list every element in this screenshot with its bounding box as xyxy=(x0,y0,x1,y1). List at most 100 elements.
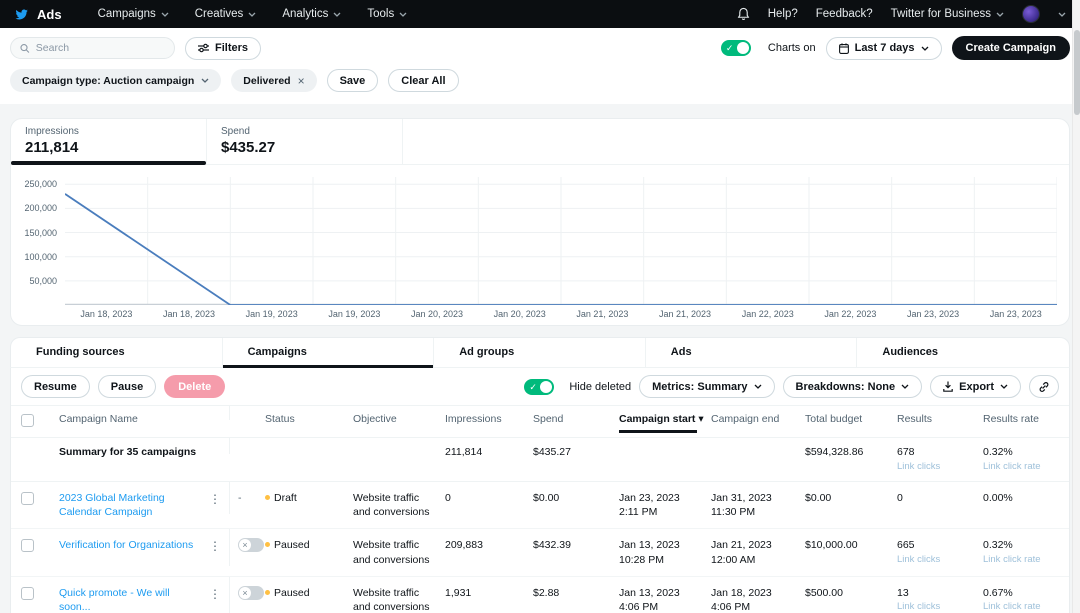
status-label: Draft xyxy=(274,491,297,505)
twitter-for-business-menu[interactable]: Twitter for Business xyxy=(891,8,1004,20)
metrics-dropdown[interactable]: Metrics: Summary xyxy=(639,375,774,398)
campaign-name-link[interactable]: Verification for Organizations xyxy=(59,539,193,551)
tab-ad-groups[interactable]: Ad groups xyxy=(434,338,646,367)
help-link[interactable]: Help? xyxy=(768,8,798,20)
status-cell: Draft xyxy=(265,482,353,514)
col-impressions[interactable]: Impressions xyxy=(445,406,533,432)
clear-all-button[interactable]: Clear All xyxy=(388,69,458,92)
nav-menu-analytics[interactable]: Analytics xyxy=(282,8,341,20)
tab-funding-sources[interactable]: Funding sources xyxy=(11,338,223,367)
notifications-bell-icon[interactable] xyxy=(737,7,750,21)
x-axis-label: Jan 21, 2023 xyxy=(644,309,727,319)
brand[interactable]: Ads xyxy=(14,7,62,22)
col-results-rate[interactable]: Results rate xyxy=(983,406,1069,432)
results-cell: 0 xyxy=(897,482,983,514)
summary-impressions: 211,814 xyxy=(445,438,533,468)
delete-button[interactable]: Delete xyxy=(164,375,225,398)
delivered-filter-chip[interactable]: Delivered × xyxy=(231,69,316,92)
nav-menu-campaigns[interactable]: Campaigns xyxy=(98,8,169,20)
filters-button[interactable]: Filters xyxy=(185,37,261,60)
select-all-checkbox[interactable] xyxy=(21,414,34,427)
export-button[interactable]: Export xyxy=(930,375,1021,398)
chevron-down-icon xyxy=(248,12,256,17)
col-campaign-end[interactable]: Campaign end xyxy=(711,406,805,432)
campaign-name-link[interactable]: Quick promote - We will soon... xyxy=(59,587,170,613)
save-button[interactable]: Save xyxy=(327,69,379,92)
campaign-type-filter-chip[interactable]: Campaign type: Auction campaign xyxy=(10,69,221,92)
date-range-button[interactable]: Last 7 days xyxy=(826,37,942,60)
impressions-value: 211,814 xyxy=(25,139,192,156)
col-campaign-name[interactable]: Campaign Name xyxy=(59,406,209,432)
chart-x-axis: Jan 18, 2023Jan 18, 2023Jan 19, 2023Jan … xyxy=(65,309,1057,319)
user-avatar[interactable] xyxy=(1022,5,1040,23)
results-rate-cell: 0.32% Link click rate xyxy=(983,529,1069,575)
row-menu-icon[interactable]: ⋮ xyxy=(209,587,221,601)
tab-campaigns[interactable]: Campaigns xyxy=(223,338,435,367)
breakdowns-dropdown[interactable]: Breakdowns: None xyxy=(783,375,923,398)
row-toggle[interactable]: × xyxy=(238,538,264,552)
summary-results-rate: 0.32% Link click rate xyxy=(983,438,1069,481)
row-checkbox[interactable] xyxy=(21,539,34,552)
page-scrollbar[interactable] xyxy=(1072,0,1080,613)
create-campaign-button[interactable]: Create Campaign xyxy=(952,36,1070,60)
y-axis-label: 200,000 xyxy=(24,203,57,213)
chevron-down-icon xyxy=(901,384,909,389)
metric-tabs-filler xyxy=(403,119,1069,164)
results-sub: Link clicks xyxy=(897,554,977,567)
status-dot-icon xyxy=(265,590,270,595)
resume-button[interactable]: Resume xyxy=(21,375,90,398)
col-spend[interactable]: Spend xyxy=(533,406,619,432)
nav-menu-tools[interactable]: Tools xyxy=(367,8,407,20)
col-status[interactable]: Status xyxy=(265,406,353,432)
nav-menu-creatives[interactable]: Creatives xyxy=(195,8,257,20)
copy-link-button[interactable] xyxy=(1029,375,1059,398)
nav-right: Help? Feedback? Twitter for Business xyxy=(737,5,1066,23)
impressions-chart: 50,000100,000150,000200,000250,000 Jan 1… xyxy=(11,165,1069,325)
row-checkbox[interactable] xyxy=(21,587,34,600)
campaign-start-cell: Jan 13, 2023 4:06 PM xyxy=(619,577,711,613)
scrollbar-thumb[interactable] xyxy=(1074,30,1080,115)
x-axis-label: Jan 19, 2023 xyxy=(313,309,396,319)
table-row: Quick promote - We will soon... ⋮ × Paus… xyxy=(11,577,1069,613)
pause-button[interactable]: Pause xyxy=(98,375,156,398)
x-axis-label: Jan 23, 2023 xyxy=(974,309,1057,319)
top-nav-bar: Ads Campaigns Creatives Analytics Tools … xyxy=(0,0,1080,28)
table-row: Verification for Organizations ⋮ × Pause… xyxy=(11,529,1069,576)
remove-filter-icon[interactable]: × xyxy=(298,74,305,88)
charts-toggle[interactable]: ✓ xyxy=(721,40,751,56)
chevron-down-icon xyxy=(333,12,341,17)
hide-deleted-toggle[interactable]: ✓ xyxy=(524,379,554,395)
status-cell: Paused xyxy=(265,577,353,609)
tab-audiences[interactable]: Audiences xyxy=(857,338,1069,367)
search-box xyxy=(10,37,175,59)
total-budget-cell: $0.00 xyxy=(805,482,897,514)
chevron-down-icon xyxy=(161,12,169,17)
campaign-end-cell: Jan 21, 2023 12:00 AM xyxy=(711,529,805,575)
x-axis-label: Jan 18, 2023 xyxy=(148,309,231,319)
nav-menus: Campaigns Creatives Analytics Tools xyxy=(98,8,715,20)
campaign-name-link[interactable]: 2023 Global Marketing Calendar Campaign xyxy=(59,492,165,518)
search-input[interactable] xyxy=(36,42,165,54)
sort-desc-icon: ▾ xyxy=(698,413,703,425)
table-body: 2023 Global Marketing Calendar Campaign … xyxy=(11,482,1069,613)
metric-tab-impressions[interactable]: Impressions 211,814 xyxy=(11,119,207,164)
row-menu-icon[interactable]: ⋮ xyxy=(209,492,221,506)
col-objective[interactable]: Objective xyxy=(353,406,445,432)
account-chevron-down-icon[interactable] xyxy=(1058,12,1066,17)
toggle-off-icon: × xyxy=(239,539,251,551)
y-axis-label: 150,000 xyxy=(24,228,57,238)
feedback-link[interactable]: Feedback? xyxy=(816,8,873,20)
col-campaign-start[interactable]: Campaign start ▾ xyxy=(619,406,711,432)
row-toggle[interactable]: × xyxy=(238,586,264,600)
summary-total-budget: $594,328.86 xyxy=(805,438,897,468)
tab-ads[interactable]: Ads xyxy=(646,338,858,367)
row-checkbox[interactable] xyxy=(21,492,34,505)
twitter-logo-icon xyxy=(14,8,29,21)
table-toolbar: Resume Pause Delete ✓ Hide deleted Metri… xyxy=(11,368,1069,405)
col-results[interactable]: Results xyxy=(897,406,983,432)
campaign-start-cell: Jan 23, 2023 2:11 PM xyxy=(619,482,711,528)
metric-tab-spend[interactable]: Spend $435.27 xyxy=(207,119,403,164)
link-icon xyxy=(1038,381,1050,393)
row-menu-icon[interactable]: ⋮ xyxy=(209,539,221,553)
col-total-budget[interactable]: Total budget xyxy=(805,406,897,432)
